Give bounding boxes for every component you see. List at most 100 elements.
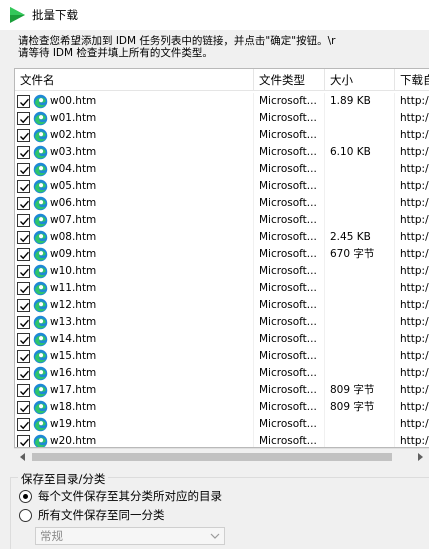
source-cell: http:/ (400, 401, 429, 413)
table-row[interactable]: w15.htm Microsoft... http:/ (15, 348, 429, 365)
source-cell: http:/ (400, 367, 429, 379)
table-row[interactable]: w06.htm Microsoft... http:/ (15, 195, 429, 212)
row-checkbox[interactable] (17, 197, 30, 210)
table-row[interactable]: w13.htm Microsoft... http:/ (15, 314, 429, 331)
source-cell: http:/ (400, 248, 429, 260)
edge-browser-icon (33, 111, 48, 126)
table-row[interactable]: w16.htm Microsoft... http:/ (15, 365, 429, 382)
row-checkbox[interactable] (17, 248, 30, 261)
horizontal-scrollbar[interactable] (14, 448, 429, 465)
row-checkbox[interactable] (17, 214, 30, 227)
instructions: 请检查您希望添加到 IDM 任务列表中的链接，并点击"确定"按钮。\r 请等待 … (18, 35, 429, 59)
edge-browser-icon (33, 332, 48, 347)
table-row[interactable]: w08.htm Microsoft... 2.45 KB http:/ (15, 229, 429, 246)
size-cell (325, 433, 395, 447)
radio-button[interactable] (19, 508, 32, 522)
row-checkbox[interactable] (17, 282, 30, 295)
edge-browser-icon (33, 213, 48, 228)
row-checkbox[interactable] (17, 112, 30, 125)
filename-text: w20.htm (50, 435, 97, 447)
table-row[interactable]: w20.htm Microsoft... http:/ (15, 433, 429, 447)
scroll-right-icon[interactable] (415, 452, 425, 462)
row-checkbox[interactable] (17, 350, 30, 363)
table-row[interactable]: w02.htm Microsoft... http:/ (15, 127, 429, 144)
row-checkbox[interactable] (17, 146, 30, 159)
column-header-filetype[interactable]: 文件类型 (254, 69, 325, 91)
source-cell: http:/ (400, 265, 429, 277)
filename-cell: w14.htm (15, 331, 254, 348)
filename-cell: w11.htm (15, 280, 254, 297)
table-row[interactable]: w00.htm Microsoft... 1.89 KB http:/ (15, 93, 429, 110)
table-row[interactable]: w17.htm Microsoft... 809 字节 http:/ (15, 382, 429, 399)
instruction-line-2: 请等待 IDM 检查并填上所有的文件类型。 (18, 47, 213, 59)
size-cell (325, 110, 395, 127)
filename-cell: w12.htm (15, 297, 254, 314)
table-row[interactable]: w03.htm Microsoft... 6.10 KB http:/ (15, 144, 429, 161)
table-row[interactable]: w01.htm Microsoft... http:/ (15, 110, 429, 127)
filename-text: w08.htm (50, 231, 97, 243)
filetype-cell: Microsoft... (254, 399, 325, 416)
table-row[interactable]: w19.htm Microsoft... http:/ (15, 416, 429, 433)
row-checkbox[interactable] (17, 418, 30, 431)
radio-save-single-category[interactable]: 所有文件保存至同一分类 (19, 507, 165, 523)
row-checkbox[interactable] (17, 180, 30, 193)
column-header-filename[interactable]: 文件名 (15, 69, 254, 91)
table-row[interactable]: w18.htm Microsoft... 809 字节 http:/ (15, 399, 429, 416)
table-row[interactable]: w09.htm Microsoft... 670 字节 http:/ (15, 246, 429, 263)
checkmark-icon (20, 166, 30, 175)
table-row[interactable]: w11.htm Microsoft... http:/ (15, 280, 429, 297)
radio-button[interactable] (19, 489, 32, 503)
table-row[interactable]: w12.htm Microsoft... http:/ (15, 297, 429, 314)
radio-save-per-category[interactable]: 每个文件保存至其分类所对应的目录 (19, 488, 222, 504)
edge-browser-icon (33, 264, 48, 279)
edge-browser-icon (33, 196, 48, 211)
filename-text: w07.htm (50, 214, 97, 226)
filename-cell: w15.htm (15, 348, 254, 365)
checkmark-icon (20, 251, 30, 260)
checkmark-icon (20, 404, 30, 413)
column-header-source[interactable]: 下载自 (395, 69, 429, 91)
row-checkbox[interactable] (17, 129, 30, 142)
links-table[interactable]: 文件名 文件类型 大小 下载自 w00.htmMicrosoft...1.89 … (14, 68, 429, 448)
window-title: 批量下载 (32, 8, 78, 22)
row-checkbox[interactable] (17, 265, 30, 278)
checkmark-icon (20, 370, 30, 379)
size-cell: 6.10 KB (325, 144, 395, 161)
table-row[interactable]: w07.htm Microsoft... http:/ (15, 212, 429, 229)
row-checkbox[interactable] (17, 299, 30, 312)
filename-cell: w19.htm (15, 416, 254, 433)
table-row[interactable]: w05.htm Microsoft... http:/ (15, 178, 429, 195)
row-checkbox[interactable] (17, 316, 30, 329)
scroll-left-icon[interactable] (18, 452, 28, 462)
row-checkbox[interactable] (17, 384, 30, 397)
edge-browser-icon (33, 298, 48, 313)
table-row[interactable]: w04.htm Microsoft... http:/ (15, 161, 429, 178)
size-cell: 670 字节 (325, 246, 395, 263)
row-checkbox[interactable] (17, 367, 30, 380)
scrollbar-thumb[interactable] (32, 453, 392, 461)
size-cell (325, 178, 395, 195)
filename-cell: w16.htm (15, 365, 254, 382)
row-checkbox[interactable] (17, 231, 30, 244)
edge-browser-icon (33, 247, 48, 262)
size-cell (325, 416, 395, 433)
filetype-cell: Microsoft... (254, 110, 325, 127)
table-row[interactable]: w10.htm Microsoft... http:/ (15, 263, 429, 280)
row-checkbox[interactable] (17, 333, 30, 346)
category-dropdown[interactable]: 常规 (35, 527, 225, 545)
filetype-cell: Microsoft... (254, 331, 325, 348)
row-checkbox[interactable] (17, 401, 30, 414)
checkmark-icon (20, 302, 30, 311)
size-cell (325, 127, 395, 144)
row-checkbox[interactable] (17, 95, 30, 108)
filetype-cell: Microsoft... (254, 93, 325, 110)
row-checkbox[interactable] (17, 435, 30, 447)
table-row[interactable]: w14.htm Microsoft... http:/ (15, 331, 429, 348)
column-header-size[interactable]: 大小 (325, 69, 395, 91)
filename-text: w14.htm (50, 333, 97, 345)
checkmark-icon (20, 132, 30, 141)
filename-text: w15.htm (50, 350, 97, 362)
checkmark-icon (20, 149, 30, 158)
table-body: w00.htm Microsoft... 1.89 KB http:/w01.htm M… (15, 93, 429, 447)
row-checkbox[interactable] (17, 163, 30, 176)
